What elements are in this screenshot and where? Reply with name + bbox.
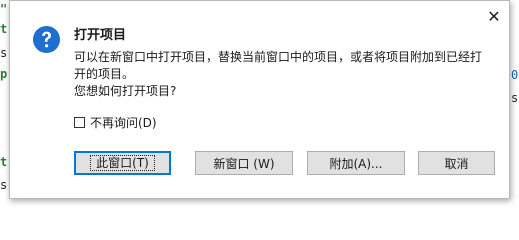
bg-fragment: " bbox=[0, 2, 8, 16]
message-line: 您想如何打开项目? bbox=[74, 84, 177, 98]
new-window-button[interactable]: 新窗口 (W) bbox=[195, 151, 293, 175]
bg-fragment: t bbox=[0, 155, 8, 169]
new-window-button-label: 新窗口 (W) bbox=[213, 156, 275, 171]
message-line: 可以在新窗口中打开项目，替换当前窗口中的项目，或者将项目附加到已经打 bbox=[74, 50, 483, 64]
this-window-button-label: 此窗口(T) bbox=[90, 155, 155, 171]
background-editor-left: " t s p t s bbox=[0, 0, 9, 204]
dont-ask-again-option[interactable]: 不再询问(D) bbox=[74, 114, 157, 131]
cancel-button[interactable]: 取消 bbox=[418, 151, 495, 175]
bg-fragment: t bbox=[0, 22, 8, 36]
close-button[interactable]: ✕ bbox=[483, 5, 505, 27]
close-icon: ✕ bbox=[487, 6, 501, 26]
bg-fragment: s bbox=[511, 91, 519, 105]
this-window-button[interactable]: 此窗口(T) bbox=[74, 151, 171, 175]
dialog-message: 可以在新窗口中打开项目，替换当前窗口中的项目，或者将项目附加到已经打 开的项目。… bbox=[74, 49, 483, 100]
bg-fragment: p bbox=[0, 67, 8, 81]
message-line: 开的项目。 bbox=[74, 67, 135, 81]
attach-button-label: 附加(A)... bbox=[329, 156, 383, 171]
open-project-dialog: ✕ 打开项目 可以在新窗口中打开项目，替换当前窗口中的项目，或者将项目附加到已经… bbox=[9, 0, 510, 199]
dont-ask-again-label: 不再询问(D) bbox=[90, 116, 157, 130]
attach-button[interactable]: 附加(A)... bbox=[307, 151, 405, 175]
background-editor-right: 0 s bbox=[511, 0, 519, 204]
bg-fragment: 0 bbox=[511, 68, 519, 82]
bg-fragment: s bbox=[0, 178, 8, 192]
question-icon bbox=[32, 25, 61, 54]
cancel-button-label: 取消 bbox=[444, 156, 469, 171]
dont-ask-again-checkbox[interactable] bbox=[74, 117, 85, 128]
dialog-title: 打开项目 bbox=[74, 28, 127, 43]
bg-fragment: s bbox=[0, 46, 8, 60]
